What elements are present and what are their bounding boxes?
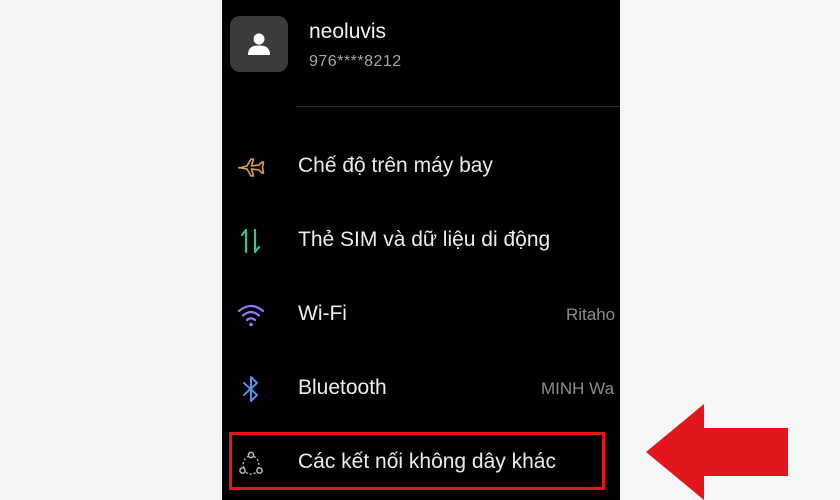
airplane-icon bbox=[238, 158, 265, 177]
account-phone: 976****8212 bbox=[309, 53, 402, 70]
setting-wifi[interactable]: Wi-Fi Ritaho bbox=[222, 284, 620, 344]
setting-label: Chế độ trên máy bay bbox=[298, 154, 493, 177]
wifi-network-name: Ritaho bbox=[566, 305, 616, 324]
mobile-data-icon bbox=[240, 228, 261, 254]
highlight-box bbox=[229, 432, 605, 490]
account-header[interactable]: neoluvis 976****8212 bbox=[222, 0, 620, 100]
setting-sim-mobile-data[interactable]: Thẻ SIM và dữ liệu di động bbox=[222, 210, 620, 270]
divider bbox=[296, 106, 620, 107]
setting-label: Bluetooth bbox=[298, 376, 387, 399]
bluetooth-icon bbox=[243, 376, 258, 402]
wifi-icon bbox=[237, 304, 265, 327]
setting-bluetooth[interactable]: Bluetooth MINH Wa bbox=[222, 358, 620, 418]
setting-label: Wi-Fi bbox=[298, 302, 347, 325]
setting-label: Thẻ SIM và dữ liệu di động bbox=[298, 228, 551, 251]
setting-airplane-mode[interactable]: Chế độ trên máy bay bbox=[222, 136, 620, 196]
background-left bbox=[0, 0, 222, 500]
bluetooth-device-name: MINH Wa bbox=[541, 379, 615, 398]
phone-screen: neoluvis 976****8212 Chế độ trên máy bay… bbox=[222, 0, 620, 500]
red-arrow-icon bbox=[646, 404, 788, 500]
avatar[interactable] bbox=[230, 16, 288, 72]
person-icon bbox=[248, 33, 270, 55]
account-name: neoluvis bbox=[309, 20, 387, 43]
